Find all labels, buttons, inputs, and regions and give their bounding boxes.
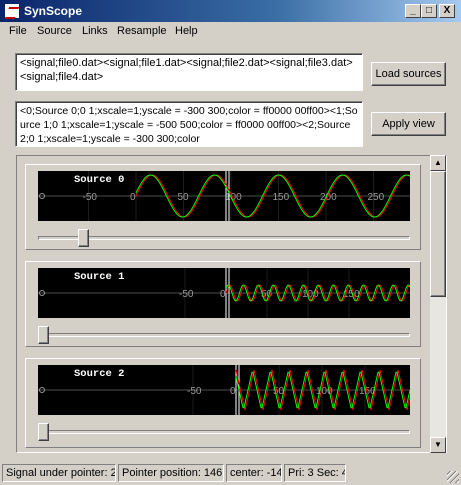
title-bar: SynScope _ □ X — [0, 0, 461, 22]
tick-label: 50 — [178, 192, 190, 203]
status-priority: Pri: 3 Sec: 4 — [284, 464, 346, 482]
tick-label: 0 — [220, 289, 226, 300]
scroll-down-button[interactable]: ▼ — [430, 437, 446, 453]
close-button[interactable]: X — [439, 4, 455, 18]
tick-label: 200 — [320, 192, 337, 203]
plot-panel-1: -50 0 50 100 150 Source 1 — [25, 261, 421, 347]
status-center: center: -14 — [226, 464, 282, 482]
plot-panel-0: -50 0 50 100 150 200 250 Source 0 — [25, 164, 421, 250]
plot-source-2[interactable]: -50 0 50 100 150 Source 2 — [38, 365, 410, 415]
apply-view-button[interactable]: Apply view — [371, 112, 446, 136]
slider-track-2 — [38, 430, 410, 434]
slider-thumb-1[interactable] — [38, 326, 49, 344]
status-pointer: Pointer position: 146 — [118, 464, 224, 482]
scroll-up-button[interactable]: ▲ — [430, 155, 446, 171]
app-icon — [4, 3, 20, 19]
slider-thumb-0[interactable] — [77, 229, 89, 247]
menu-bar: File Source Links Resample Help — [0, 22, 461, 42]
tick-label: 250 — [368, 192, 385, 203]
minimize-button[interactable]: _ — [405, 4, 421, 18]
tick-label: 150 — [273, 192, 290, 203]
view-config-input[interactable]: <0;Source 0;0 1;xscale=1;yscale = -300 3… — [15, 101, 363, 147]
plot-title: Source 0 — [74, 174, 124, 186]
tick-label: -50 — [179, 289, 194, 300]
plot-source-1[interactable]: -50 0 50 100 150 Source 1 — [38, 268, 410, 318]
slider-thumb-2[interactable] — [38, 423, 49, 441]
scroll-thumb[interactable] — [430, 171, 446, 297]
tick-label: 0 — [230, 386, 236, 397]
load-sources-button[interactable]: Load sources — [371, 62, 446, 86]
slider-track-1 — [38, 333, 410, 337]
sources-input[interactable]: <signal;file0.dat><signal;file1.dat><sig… — [15, 53, 363, 91]
menu-resample[interactable]: Resample — [117, 25, 167, 37]
vertical-scrollbar[interactable]: ▲ ▼ — [430, 155, 446, 453]
status-signal: Signal under pointer: 2 — [2, 464, 116, 482]
window-title: SynScope — [24, 4, 83, 18]
menu-source[interactable]: Source — [37, 25, 72, 37]
menu-file[interactable]: File — [9, 25, 27, 37]
menu-links[interactable]: Links — [82, 25, 108, 37]
plots-area: -50 0 50 100 150 200 250 Source 0 -50 0 50 100 150 S… — [16, 155, 447, 453]
plot-source-0[interactable]: -50 0 50 100 150 200 250 Source 0 — [38, 171, 410, 221]
tick-label: -50 — [83, 192, 98, 203]
menu-help[interactable]: Help — [175, 25, 198, 37]
status-bar: Signal under pointer: 2 Pointer position… — [0, 462, 461, 485]
tick-label: -50 — [187, 386, 202, 397]
plot-panel-2: -50 0 50 100 150 Source 2 — [25, 358, 421, 448]
tick-label: 0 — [130, 192, 136, 203]
resize-grip[interactable] — [447, 471, 459, 483]
plot-title: Source 2 — [74, 368, 124, 380]
maximize-button[interactable]: □ — [421, 4, 437, 18]
plot-title: Source 1 — [74, 271, 124, 283]
slider-track-0 — [38, 236, 410, 240]
